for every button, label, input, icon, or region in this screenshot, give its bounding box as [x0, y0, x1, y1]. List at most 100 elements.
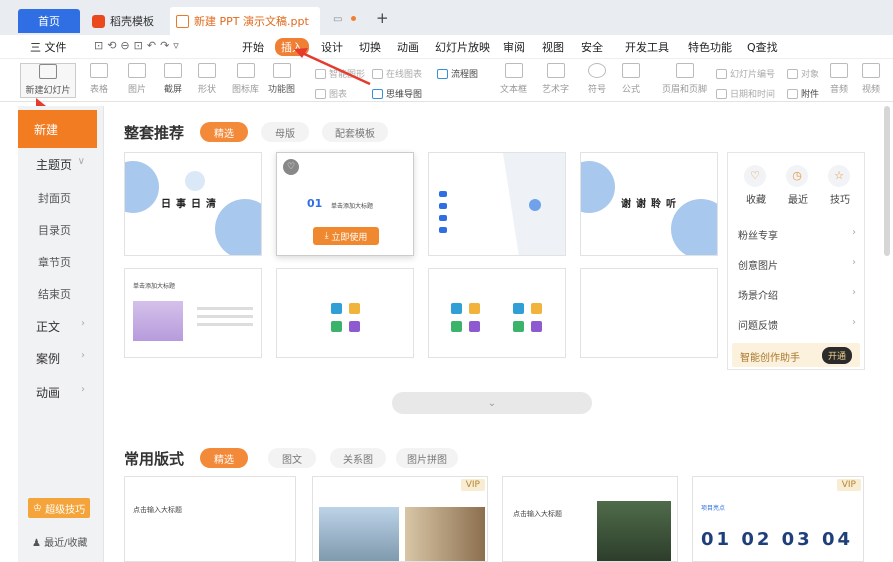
- panel-row-label: 场景介绍: [738, 291, 778, 302]
- template-thumb-6[interactable]: [276, 268, 414, 358]
- chevron-down-icon: ∨: [77, 156, 85, 167]
- template-thumb-3[interactable]: [428, 152, 566, 256]
- layout-thumb-3[interactable]: 点击输入大标题: [502, 476, 678, 562]
- video-icon: [531, 321, 542, 332]
- sidebar-item-theme[interactable]: 主题页 ∨: [18, 156, 97, 173]
- sidebar-item-body[interactable]: 正文 ›: [18, 318, 97, 335]
- chevron-right-icon: ›: [852, 287, 856, 298]
- text-line: [197, 307, 253, 310]
- pill-matching-template[interactable]: 配套模板: [322, 122, 388, 142]
- thumb-title: 谢谢聆听: [621, 199, 681, 210]
- thumb-title: 点击输入大标题: [133, 506, 182, 514]
- pill-master[interactable]: 母版: [261, 122, 309, 142]
- use-now-button[interactable]: ⤓ 立即使用: [313, 227, 379, 245]
- panel-row-feedback[interactable]: 问题反馈 ›: [738, 317, 856, 332]
- picture-icon: [451, 303, 462, 314]
- sidebar-item-anim[interactable]: 动画 ›: [18, 384, 97, 401]
- table-icon: [331, 321, 342, 332]
- decor-circle: [185, 171, 205, 191]
- pill-layout-featured[interactable]: 精选: [200, 448, 248, 468]
- chevron-right-icon: ›: [81, 350, 85, 361]
- decor-circle: [581, 161, 615, 213]
- recent-favorites-label: 最近/收藏: [44, 538, 88, 549]
- thumb-number: 01: [307, 197, 323, 210]
- sidebar-item-end[interactable]: 结束页: [18, 286, 97, 302]
- panel-row-creative[interactable]: 创意图片 ›: [738, 257, 856, 272]
- vip-badge: VIP: [836, 479, 861, 491]
- panel-row-label: 粉丝专享: [738, 231, 778, 242]
- crown-icon: ♔: [32, 502, 42, 514]
- thumb-title: 项目亮点: [701, 505, 726, 512]
- decor-circle: [125, 161, 159, 213]
- pill-layout-collage[interactable]: 图片拼图: [396, 448, 458, 468]
- panel-row-label: 创意图片: [738, 261, 778, 272]
- star-icon[interactable]: ☆: [828, 165, 850, 187]
- collect-label[interactable]: 收藏: [746, 191, 766, 206]
- panel-row-scene[interactable]: 场景介绍 ›: [738, 287, 856, 302]
- template-thumb-5[interactable]: 单击添加大标题: [124, 268, 262, 358]
- section-title-full-set: 整套推荐: [124, 124, 185, 142]
- decor-circle: [215, 199, 261, 255]
- chevron-right-icon: ›: [852, 257, 856, 268]
- table-icon: [513, 321, 524, 332]
- download-icon: ⤓: [324, 231, 329, 241]
- recent-favorites-link[interactable]: ♟ 最近/收藏: [32, 534, 88, 549]
- thumb-title: 单击添加大标题: [133, 283, 176, 290]
- sidebar-item-theme-label: 主题页: [36, 158, 73, 172]
- chart-icon: [349, 303, 360, 314]
- tips-label[interactable]: 技巧: [830, 191, 850, 206]
- sidebar-item-cover[interactable]: 封面页: [18, 190, 97, 206]
- layout-thumb-4[interactable]: 项目亮点 01 02 03 04 VIP: [692, 476, 864, 562]
- template-thumb-8[interactable]: [580, 268, 718, 358]
- decor-circle: [529, 199, 541, 211]
- vip-badge: VIP: [460, 479, 485, 491]
- sidebar-item-body-label: 正文: [36, 320, 61, 334]
- section-title-common-layout: 常用版式: [124, 450, 185, 468]
- super-tips-label: 超级技巧: [45, 504, 86, 516]
- panel-row-fans[interactable]: 粉丝专享 ›: [738, 227, 856, 242]
- layout-thumb-2[interactable]: VIP: [312, 476, 488, 562]
- thumb-image: [319, 507, 399, 561]
- thumb-numbers: 01 02 03 04: [701, 529, 853, 550]
- thumb-title: 日事日清: [161, 199, 221, 210]
- pill-layout-relation[interactable]: 关系图: [330, 448, 386, 468]
- chart-icon: [531, 303, 542, 314]
- chart-icon: [469, 303, 480, 314]
- video-icon: [349, 321, 360, 332]
- list-marker: [439, 203, 447, 209]
- pill-layout-image-text[interactable]: 图文: [268, 448, 316, 468]
- thumb-image: [133, 301, 183, 341]
- template-thumb-4[interactable]: 谢谢聆听: [580, 152, 718, 256]
- layout-thumb-1[interactable]: 点击输入大标题: [124, 476, 296, 562]
- heart-icon[interactable]: ♡: [744, 165, 766, 187]
- super-tips-button[interactable]: ♔ 超级技巧: [28, 498, 90, 518]
- pill-featured[interactable]: 精选: [200, 122, 248, 142]
- sidebar-item-case[interactable]: 案例 ›: [18, 350, 97, 367]
- left-sidebar: 新建 主题页 ∨ 封面页 目录页 章节页 结束页 正文 › 案例 › 动画 › ♔ 超级…: [18, 106, 104, 562]
- recent-label[interactable]: 最近: [788, 191, 808, 206]
- sidebar-item-toc[interactable]: 目录页: [18, 222, 97, 238]
- user-icon: ♟: [32, 538, 41, 549]
- template-thumb-2[interactable]: ♡ 01 单击添加大标题 ⤓ 立即使用: [276, 152, 414, 256]
- sidebar-item-chapter[interactable]: 章节页: [18, 254, 97, 270]
- chevron-right-icon: ›: [81, 318, 85, 329]
- main-content: 整套推荐 精选 母版 配套模板 日事日清 ♡ 01 单击添加大标题 ⤓ 立即使用…: [104, 102, 893, 562]
- quick-panel: ♡ ◷ ☆ 收藏 最近 技巧 粉丝专享 › 创意图片 › 场景介绍 › 问题反馈 › 智…: [727, 152, 865, 370]
- clock-icon[interactable]: ◷: [786, 165, 808, 187]
- thumb-image: [405, 507, 485, 561]
- panel-row-label: 问题反馈: [738, 321, 778, 332]
- sidebar-item-new[interactable]: 新建: [18, 110, 97, 148]
- template-thumb-7[interactable]: [428, 268, 566, 358]
- thumb-title: 单击添加大标题: [331, 203, 374, 210]
- open-button[interactable]: 开通: [822, 347, 853, 364]
- use-now-label: 立即使用: [331, 232, 368, 243]
- vertical-scrollbar[interactable]: [884, 106, 890, 256]
- table-icon: [451, 321, 462, 332]
- assistant-banner[interactable]: 智能创作助手 开通: [732, 343, 860, 367]
- template-thumb-1[interactable]: 日事日清: [124, 152, 262, 256]
- list-marker: [439, 227, 447, 233]
- text-line: [197, 315, 253, 318]
- favorite-heart-icon[interactable]: ♡: [283, 159, 299, 175]
- list-marker: [439, 191, 447, 197]
- expand-more-bar[interactable]: ⌄: [392, 392, 592, 414]
